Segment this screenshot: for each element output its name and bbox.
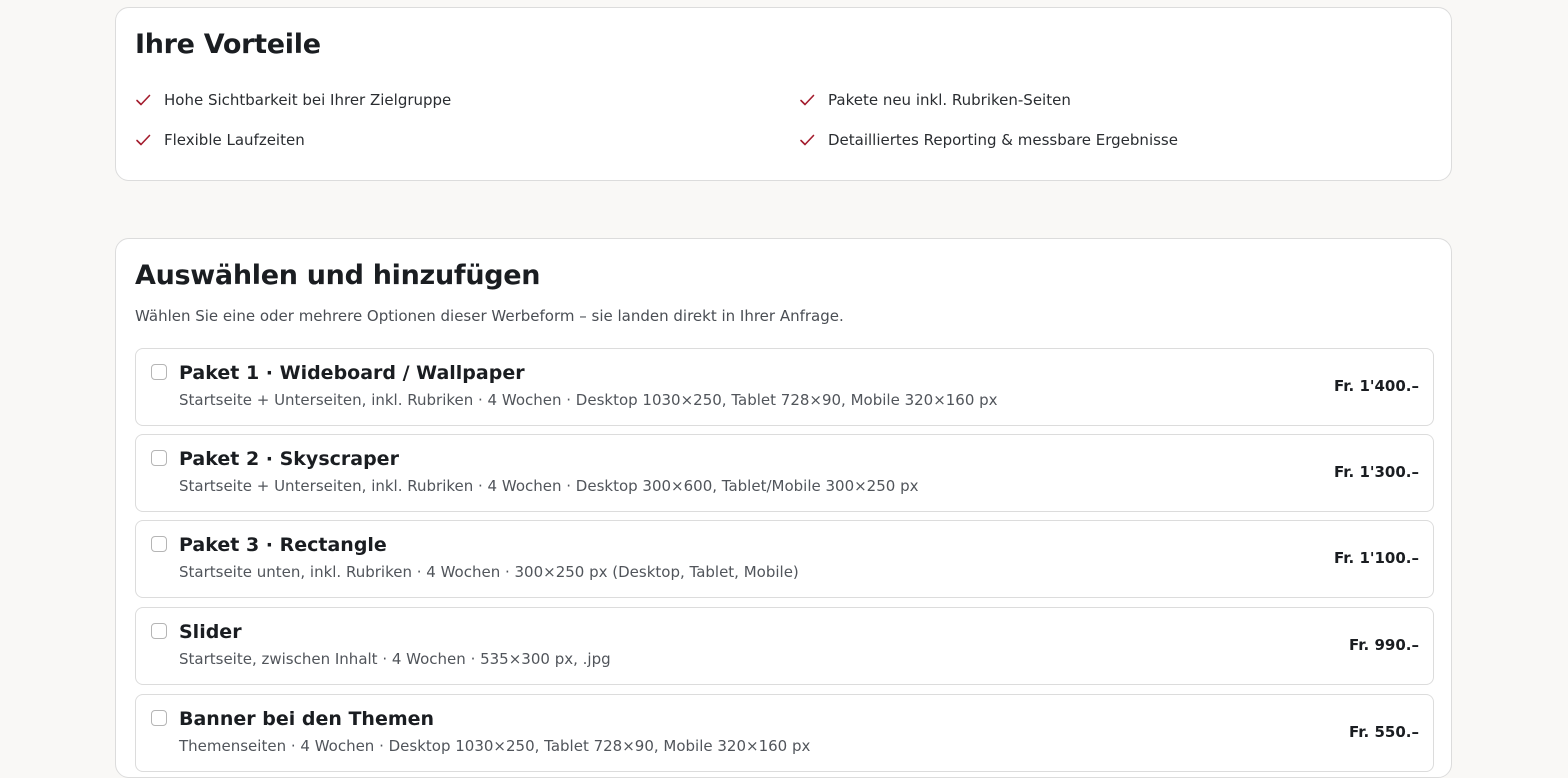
select-card: Auswählen und hinzufügen Wählen Sie eine… [115,238,1452,778]
option-description: Startseite unten, inkl. Rubriken · 4 Woc… [179,563,799,581]
option-price: Fr. 1'400.– [1333,377,1419,395]
check-icon [799,132,815,148]
option-paket-2[interactable]: Paket 2 · Skyscraper Startseite + Unters… [135,434,1434,512]
option-paket-1[interactable]: Paket 1 · Wideboard / Wallpaper Startsei… [135,348,1434,426]
advantage-item: Detailliertes Reporting & messbare Ergeb… [799,131,1178,149]
option-description: Startseite + Unterseiten, inkl. Rubriken… [179,477,919,495]
option-price: Fr. 1'100.– [1333,549,1419,567]
option-title: Banner bei den Themen [179,708,435,730]
option-price: Fr. 550.– [1349,723,1419,741]
option-title: Slider [179,621,242,643]
advantage-label: Detailliertes Reporting & messbare Ergeb… [828,131,1178,149]
option-paket-3[interactable]: Paket 3 · Rectangle Startseite unten, in… [135,520,1434,598]
option-banner-themen[interactable]: Banner bei den Themen Themenseiten · 4 W… [135,694,1434,772]
option-checkbox[interactable] [151,536,167,552]
option-title: Paket 1 · Wideboard / Wallpaper [179,362,525,384]
advantage-item: Hohe Sichtbarkeit bei Ihrer Zielgruppe [135,91,451,109]
advantage-item: Flexible Laufzeiten [135,131,305,149]
advantages-title: Ihre Vorteile [135,29,321,60]
check-icon [135,132,151,148]
select-intro: Wählen Sie eine oder mehrere Optionen di… [135,307,844,325]
option-description: Themenseiten · 4 Wochen · Desktop 1030×2… [179,737,811,755]
option-checkbox[interactable] [151,450,167,466]
advantage-label: Pakete neu inkl. Rubriken-Seiten [828,91,1071,109]
option-checkbox[interactable] [151,710,167,726]
option-description: Startseite + Unterseiten, inkl. Rubriken… [179,391,998,409]
option-title: Paket 2 · Skyscraper [179,448,399,470]
option-description: Startseite, zwischen Inhalt · 4 Wochen ·… [179,650,611,668]
option-price: Fr. 990.– [1349,636,1419,654]
option-checkbox[interactable] [151,623,167,639]
select-title: Auswählen und hinzufügen [135,260,541,291]
advantage-label: Flexible Laufzeiten [164,131,305,149]
advantage-item: Pakete neu inkl. Rubriken-Seiten [799,91,1071,109]
check-icon [135,92,151,108]
option-slider[interactable]: Slider Startseite, zwischen Inhalt · 4 W… [135,607,1434,685]
option-checkbox[interactable] [151,364,167,380]
advantage-label: Hohe Sichtbarkeit bei Ihrer Zielgruppe [164,91,452,109]
option-title: Paket 3 · Rectangle [179,534,387,556]
check-icon [799,92,815,108]
option-price: Fr. 1'300.– [1333,463,1419,481]
advantages-card: Ihre Vorteile Hohe Sichtbarkeit bei Ihre… [115,7,1452,181]
